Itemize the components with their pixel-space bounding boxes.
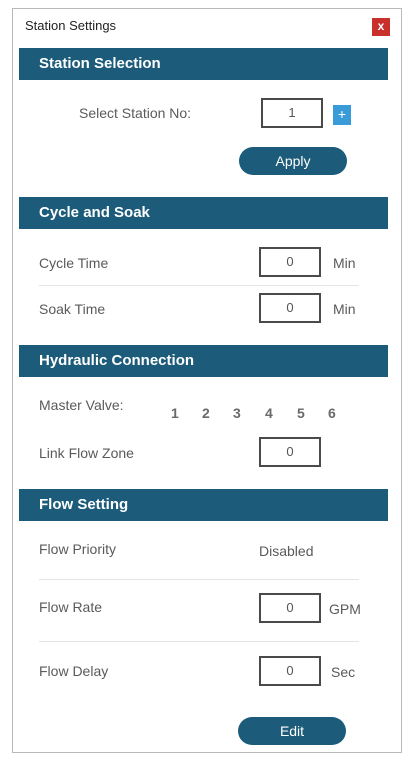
flow-priority-value: Disabled	[259, 543, 314, 559]
station-increment-button[interactable]: +	[333, 105, 351, 125]
divider	[39, 579, 359, 580]
divider	[39, 641, 359, 642]
flow-rate-unit: GPM	[329, 601, 361, 617]
master-valve-6[interactable]: 6	[328, 405, 336, 421]
title-bar: Station Settings x	[13, 9, 401, 45]
station-settings-window: Station Settings x Station Selection Sel…	[12, 8, 402, 753]
flow-delay-input[interactable]: 0	[259, 656, 321, 686]
station-number-input[interactable]: 1	[261, 98, 323, 128]
soak-time-unit: Min	[333, 301, 356, 317]
master-valve-label: Master Valve:	[39, 397, 124, 413]
close-icon: x	[377, 19, 385, 33]
apply-button[interactable]: Apply	[239, 147, 347, 175]
flow-rate-input[interactable]: 0	[259, 593, 321, 623]
close-button[interactable]: x	[372, 18, 390, 36]
master-valve-4[interactable]: 4	[265, 405, 273, 421]
cycle-time-unit: Min	[333, 255, 356, 271]
edit-button[interactable]: Edit	[238, 717, 346, 745]
hydraulic-connection-header: Hydraulic Connection	[19, 345, 388, 377]
soak-time-label: Soak Time	[39, 301, 106, 317]
cycle-soak-header: Cycle and Soak	[19, 197, 388, 229]
divider	[39, 285, 359, 286]
link-flow-zone-label: Link Flow Zone	[39, 445, 134, 461]
flow-setting-header: Flow Setting	[19, 489, 388, 521]
station-selection-header: Station Selection	[19, 48, 388, 80]
window-title: Station Settings	[25, 18, 117, 33]
master-valve-2[interactable]: 2	[202, 405, 210, 421]
cycle-time-label: Cycle Time	[39, 255, 109, 271]
select-station-label: Select Station No:	[79, 105, 192, 121]
soak-time-input[interactable]: 0	[259, 293, 321, 323]
master-valve-3[interactable]: 3	[233, 405, 241, 421]
flow-rate-label: Flow Rate	[39, 599, 103, 615]
flow-delay-unit: Sec	[331, 664, 356, 680]
cycle-time-input[interactable]: 0	[259, 247, 321, 277]
link-flow-zone-input[interactable]: 0	[259, 437, 321, 467]
plus-icon: +	[337, 106, 347, 122]
master-valve-1[interactable]: 1	[171, 405, 179, 421]
flow-delay-label: Flow Delay	[39, 663, 109, 679]
flow-priority-label: Flow Priority	[39, 541, 117, 557]
master-valve-5[interactable]: 5	[297, 405, 305, 421]
